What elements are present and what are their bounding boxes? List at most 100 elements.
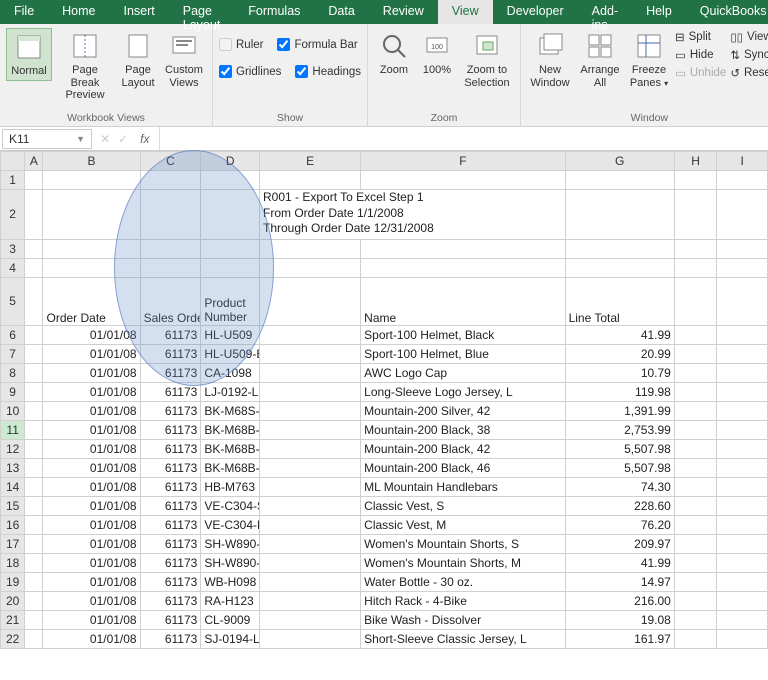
col-header-H[interactable]: H: [674, 152, 716, 171]
row-header-3[interactable]: 3: [1, 239, 25, 258]
cell-C4[interactable]: [140, 258, 201, 277]
cell-G6[interactable]: 41.99: [565, 325, 674, 344]
cell-B4[interactable]: [43, 258, 140, 277]
cell-H12[interactable]: [674, 439, 716, 458]
cell-I15[interactable]: [717, 496, 768, 515]
custom-views-button[interactable]: Custom Views: [162, 28, 206, 91]
cell-H22[interactable]: [674, 629, 716, 648]
cell-F5[interactable]: Name: [361, 277, 565, 325]
cell-C5[interactable]: Sales Order ID: [140, 277, 201, 325]
col-header-C[interactable]: C: [140, 152, 201, 171]
cell-E9[interactable]: [260, 382, 361, 401]
cell-D9[interactable]: LJ-0192-L: [201, 382, 260, 401]
tab-developer[interactable]: Developer: [493, 0, 578, 24]
cell-I7[interactable]: [717, 344, 768, 363]
cell-B6[interactable]: 01/01/08: [43, 325, 140, 344]
cell-B21[interactable]: 01/01/08: [43, 610, 140, 629]
cell-G8[interactable]: 10.79: [565, 363, 674, 382]
cell-E6[interactable]: [260, 325, 361, 344]
cell-A11[interactable]: [25, 420, 43, 439]
cell-H16[interactable]: [674, 515, 716, 534]
cell-D10[interactable]: BK-M68S-42: [201, 401, 260, 420]
cell-H3[interactable]: [674, 239, 716, 258]
cell-B22[interactable]: 01/01/08: [43, 629, 140, 648]
cell-B20[interactable]: 01/01/08: [43, 591, 140, 610]
cell-C9[interactable]: 61173: [140, 382, 201, 401]
cell-B19[interactable]: 01/01/08: [43, 572, 140, 591]
split-button[interactable]: Split: [675, 30, 726, 44]
cell-I11[interactable]: [717, 420, 768, 439]
cell-D3[interactable]: [201, 239, 260, 258]
col-header-D[interactable]: D: [201, 152, 260, 171]
row-header-2[interactable]: 2: [1, 190, 25, 240]
cell-H5[interactable]: [674, 277, 716, 325]
cell-D14[interactable]: HB-M763: [201, 477, 260, 496]
cell-H9[interactable]: [674, 382, 716, 401]
cell-F8[interactable]: AWC Logo Cap: [361, 363, 565, 382]
cell-G17[interactable]: 209.97: [565, 534, 674, 553]
cell-B15[interactable]: 01/01/08: [43, 496, 140, 515]
cell-C16[interactable]: 61173: [140, 515, 201, 534]
col-header-F[interactable]: F: [361, 152, 565, 171]
cell-G14[interactable]: 74.30: [565, 477, 674, 496]
cell-A10[interactable]: [25, 401, 43, 420]
cell-C20[interactable]: 61173: [140, 591, 201, 610]
cell-H20[interactable]: [674, 591, 716, 610]
cell-F10[interactable]: Mountain-200 Silver, 42: [361, 401, 565, 420]
cell-I12[interactable]: [717, 439, 768, 458]
cell-D1[interactable]: [201, 171, 260, 190]
headings-checkbox[interactable]: Headings: [295, 65, 361, 78]
tab-page-layout[interactable]: Page Layout: [169, 0, 235, 24]
cell-F9[interactable]: Long-Sleeve Logo Jersey, L: [361, 382, 565, 401]
cell-A9[interactable]: [25, 382, 43, 401]
cell-F18[interactable]: Women's Mountain Shorts, M: [361, 553, 565, 572]
cell-F13[interactable]: Mountain-200 Black, 46: [361, 458, 565, 477]
row-header-4[interactable]: 4: [1, 258, 25, 277]
row-header-21[interactable]: 21: [1, 610, 25, 629]
worksheet[interactable]: ABCDEFGHI12R001 - Export To Excel Step 1…: [0, 151, 768, 649]
cell-E13[interactable]: [260, 458, 361, 477]
row-header-5[interactable]: 5: [1, 277, 25, 325]
cell-C2[interactable]: [140, 190, 201, 240]
cell-I1[interactable]: [717, 171, 768, 190]
col-header-B[interactable]: B: [43, 152, 140, 171]
cell-D19[interactable]: WB-H098: [201, 572, 260, 591]
cell-I14[interactable]: [717, 477, 768, 496]
hide-button[interactable]: Hide: [675, 48, 726, 62]
cell-B5[interactable]: Order Date: [43, 277, 140, 325]
cell-C15[interactable]: 61173: [140, 496, 201, 515]
cell-A5[interactable]: [25, 277, 43, 325]
cell-H10[interactable]: [674, 401, 716, 420]
cell-F6[interactable]: Sport-100 Helmet, Black: [361, 325, 565, 344]
cell-I19[interactable]: [717, 572, 768, 591]
name-box[interactable]: K11 ▼: [2, 129, 92, 149]
cell-H21[interactable]: [674, 610, 716, 629]
cell-H1[interactable]: [674, 171, 716, 190]
cell-I17[interactable]: [717, 534, 768, 553]
cell-C17[interactable]: 61173: [140, 534, 201, 553]
cell-E19[interactable]: [260, 572, 361, 591]
cell-D22[interactable]: SJ-0194-L: [201, 629, 260, 648]
cell-E5[interactable]: [260, 277, 361, 325]
cell-C8[interactable]: 61173: [140, 363, 201, 382]
cell-D13[interactable]: BK-M68B-46: [201, 458, 260, 477]
row-header-11[interactable]: 11: [1, 420, 25, 439]
col-header-G[interactable]: G: [565, 152, 674, 171]
cell-C3[interactable]: [140, 239, 201, 258]
cell-B7[interactable]: 01/01/08: [43, 344, 140, 363]
row-header-9[interactable]: 9: [1, 382, 25, 401]
tab-data[interactable]: Data: [314, 0, 368, 24]
cell-F17[interactable]: Women's Mountain Shorts, S: [361, 534, 565, 553]
row-header-10[interactable]: 10: [1, 401, 25, 420]
cell-F4[interactable]: [361, 258, 565, 277]
cell-F12[interactable]: Mountain-200 Black, 42: [361, 439, 565, 458]
cell-D20[interactable]: RA-H123: [201, 591, 260, 610]
cell-E10[interactable]: [260, 401, 361, 420]
cell-G2[interactable]: [565, 190, 674, 240]
row-header-14[interactable]: 14: [1, 477, 25, 496]
cell-D16[interactable]: VE-C304-M: [201, 515, 260, 534]
cell-A20[interactable]: [25, 591, 43, 610]
cell-I6[interactable]: [717, 325, 768, 344]
cell-G20[interactable]: 216.00: [565, 591, 674, 610]
cell-H14[interactable]: [674, 477, 716, 496]
